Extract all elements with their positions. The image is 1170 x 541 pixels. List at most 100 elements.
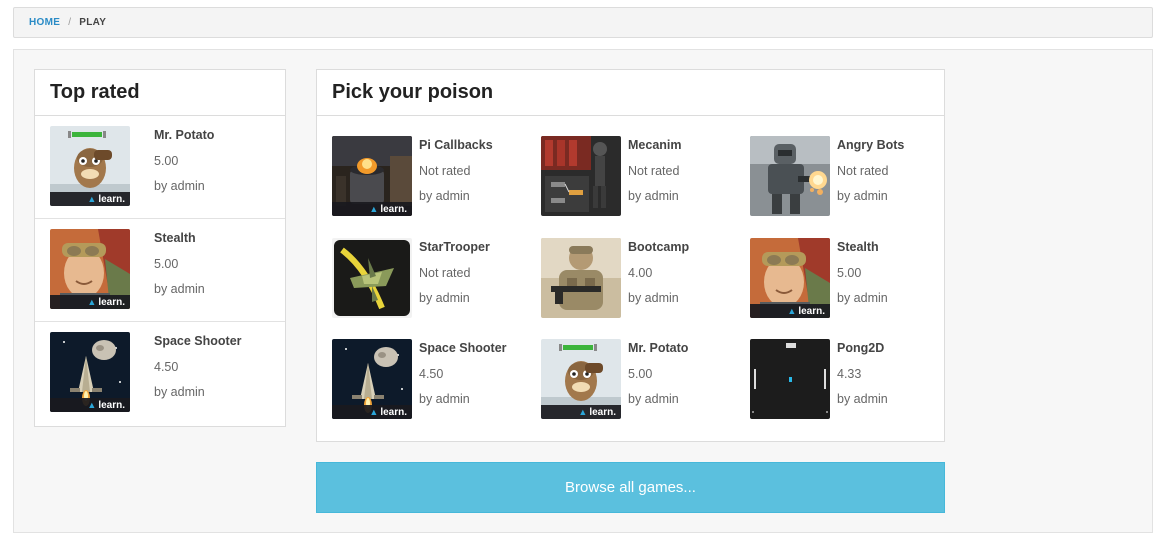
game-title[interactable]: Space Shooter — [419, 340, 507, 360]
top-rated-item[interactable]: ▲ learn. Stealth 5.00 by admin — [35, 219, 285, 322]
game-rating: 5.00 — [628, 367, 653, 381]
game-info: StarTrooper Not rated by admin — [419, 239, 490, 309]
bootcamp-thumbnail[interactable] — [541, 238, 621, 318]
learn-badge: ▲ learn. — [332, 405, 412, 419]
game-card[interactable]: Pong2D 4.33 by admin — [750, 339, 950, 429]
game-card[interactable]: Bootcamp 4.00 by admin — [541, 238, 741, 328]
game-rating: Not rated — [628, 164, 680, 178]
game-rating: Not rated — [837, 164, 889, 178]
learn-badge: ▲ learn. — [50, 398, 130, 412]
learn-fish-icon: ▲ — [787, 306, 797, 316]
game-info: Pi Callbacks Not rated by admin — [419, 137, 493, 207]
learn-badge-text: learn. — [380, 407, 407, 418]
learn-fish-icon: ▲ — [369, 204, 379, 214]
startrooper-thumbnail[interactable] — [332, 238, 412, 318]
breadcrumb-home-link[interactable]: HOME — [29, 17, 60, 28]
game-rating: 4.50 — [154, 360, 179, 374]
game-author: by admin — [154, 282, 205, 296]
game-title[interactable]: StarTrooper — [419, 239, 490, 259]
game-info: Mr. Potato 5.00 by admin — [154, 127, 214, 197]
game-info: Stealth 5.00 by admin — [837, 239, 888, 309]
game-author: by admin — [837, 189, 888, 203]
top-rated-item[interactable]: ▲ learn. Space Shooter 4.50 by admin — [35, 322, 285, 425]
space-shooter-thumbnail[interactable]: ▲ learn. — [50, 332, 130, 412]
game-title[interactable]: Space Shooter — [154, 333, 242, 353]
learn-badge-text: learn. — [98, 400, 125, 411]
learn-badge-text: learn. — [589, 407, 616, 418]
game-title[interactable]: Mecanim — [628, 137, 682, 157]
game-rating: 5.00 — [154, 154, 179, 168]
learn-badge-text: learn. — [98, 194, 125, 205]
game-card[interactable]: Angry Bots Not rated by admin — [750, 136, 950, 226]
mr-potato-thumbnail[interactable]: ▲ learn. — [50, 126, 130, 206]
game-author: by admin — [154, 385, 205, 399]
stealth-thumbnail[interactable]: ▲ learn. — [750, 238, 830, 318]
game-title[interactable]: Pong2D — [837, 340, 888, 360]
learn-badge-text: learn. — [380, 204, 407, 215]
learn-fish-icon: ▲ — [369, 407, 379, 417]
game-card[interactable]: ▲ learn. Pi Callbacks Not rated by admin — [332, 136, 532, 226]
pi-callbacks-thumbnail[interactable]: ▲ learn. — [332, 136, 412, 216]
main-content: Top rated ▲ learn. Mr. Potato 5.00 by adm… — [13, 49, 1153, 533]
top-rated-title: Top rated — [35, 70, 285, 116]
space-shooter-thumbnail[interactable]: ▲ learn. — [332, 339, 412, 419]
stealth-thumbnail[interactable]: ▲ learn. — [50, 229, 130, 309]
game-title[interactable]: Stealth — [154, 230, 205, 250]
game-info: Bootcamp 4.00 by admin — [628, 239, 689, 309]
top-rated-list: ▲ learn. Mr. Potato 5.00 by admin ▲ learn.… — [35, 116, 285, 425]
game-title[interactable]: Mr. Potato — [628, 340, 688, 360]
game-card[interactable]: ▲ learn. Stealth 5.00 by admin — [750, 238, 950, 328]
game-rating: Not rated — [419, 266, 471, 280]
game-card[interactable]: Mecanim Not rated by admin — [541, 136, 741, 226]
learn-badge-text: learn. — [798, 306, 825, 317]
game-info: Pong2D 4.33 by admin — [837, 340, 888, 410]
game-title[interactable]: Stealth — [837, 239, 888, 259]
game-rating: 4.00 — [628, 266, 653, 280]
game-rating: 5.00 — [154, 257, 179, 271]
game-info: Space Shooter 4.50 by admin — [154, 333, 242, 403]
mecanim-thumbnail[interactable] — [541, 136, 621, 216]
game-card[interactable]: ▲ learn. Space Shooter 4.50 by admin — [332, 339, 532, 429]
game-author: by admin — [628, 189, 679, 203]
game-author: by admin — [419, 392, 470, 406]
mr-potato-thumbnail[interactable]: ▲ learn. — [541, 339, 621, 419]
game-rating: 5.00 — [837, 266, 862, 280]
game-title[interactable]: Mr. Potato — [154, 127, 214, 147]
breadcrumb: HOME / PLAY — [13, 7, 1153, 38]
game-card[interactable]: StarTrooper Not rated by admin — [332, 238, 532, 328]
game-author: by admin — [837, 291, 888, 305]
pick-your-poison-title: Pick your poison — [317, 70, 944, 116]
game-info: Stealth 5.00 by admin — [154, 230, 205, 300]
angry-bots-thumbnail[interactable] — [750, 136, 830, 216]
breadcrumb-current: PLAY — [79, 17, 107, 28]
game-title[interactable]: Angry Bots — [837, 137, 904, 157]
game-info: Space Shooter 4.50 by admin — [419, 340, 507, 410]
game-info: Mr. Potato 5.00 by admin — [628, 340, 688, 410]
learn-fish-icon: ▲ — [87, 400, 97, 410]
game-card[interactable]: ▲ learn. Mr. Potato 5.00 by admin — [541, 339, 741, 429]
breadcrumb-separator: / — [68, 17, 72, 28]
learn-badge: ▲ learn. — [750, 304, 830, 318]
learn-fish-icon: ▲ — [87, 297, 97, 307]
game-author: by admin — [154, 179, 205, 193]
game-rating: Not rated — [419, 164, 471, 178]
game-author: by admin — [837, 392, 888, 406]
game-info: Angry Bots Not rated by admin — [837, 137, 904, 207]
learn-badge: ▲ learn. — [50, 192, 130, 206]
game-author: by admin — [419, 291, 470, 305]
game-rating: 4.33 — [837, 367, 862, 381]
browse-all-games-button[interactable]: Browse all games... — [316, 462, 945, 513]
learn-fish-icon: ▲ — [578, 407, 588, 417]
game-author: by admin — [628, 392, 679, 406]
learn-fish-icon: ▲ — [87, 194, 97, 204]
pong2d-thumbnail[interactable] — [750, 339, 830, 419]
game-title[interactable]: Bootcamp — [628, 239, 689, 259]
top-rated-item[interactable]: ▲ learn. Mr. Potato 5.00 by admin — [35, 116, 285, 219]
learn-badge-text: learn. — [98, 297, 125, 308]
learn-badge: ▲ learn. — [50, 295, 130, 309]
game-author: by admin — [628, 291, 679, 305]
game-title[interactable]: Pi Callbacks — [419, 137, 493, 157]
game-rating: 4.50 — [419, 367, 444, 381]
learn-badge: ▲ learn. — [332, 202, 412, 216]
top-rated-panel: Top rated ▲ learn. Mr. Potato 5.00 by adm… — [34, 69, 286, 427]
